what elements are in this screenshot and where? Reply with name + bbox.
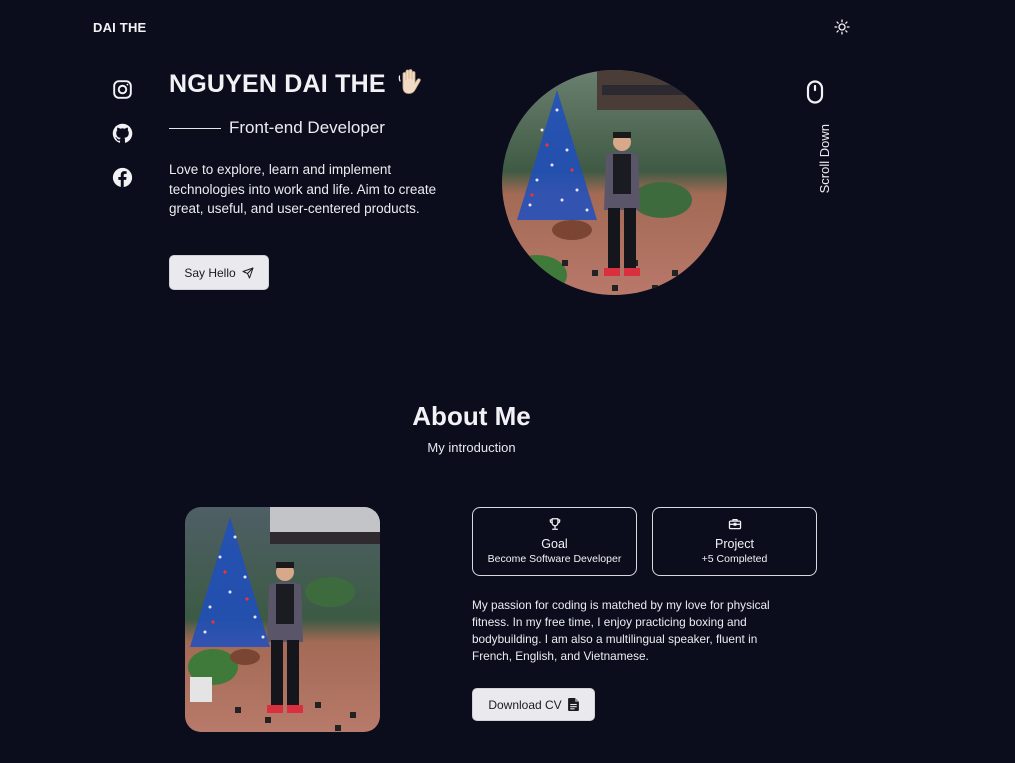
download-cv-button[interactable]: Download CV [472, 688, 595, 721]
scroll-down-label[interactable]: Scroll Down [817, 124, 832, 193]
mouse-icon [806, 80, 824, 104]
say-hello-label: Say Hello [184, 265, 236, 280]
say-hello-button[interactable]: Say Hello [169, 255, 269, 290]
github-icon [112, 123, 133, 143]
theme-toggle-button[interactable] [833, 18, 851, 36]
site-logo[interactable]: DAI THE [93, 20, 146, 35]
about-section-title: About Me [412, 401, 531, 431]
send-icon [242, 267, 254, 278]
waving-hand-icon [397, 68, 423, 96]
project-card: Project +5 Completed [652, 507, 817, 576]
hero-profile-photo [502, 70, 727, 295]
instagram-icon [113, 80, 132, 99]
social-links [112, 79, 133, 188]
instagram-link[interactable] [112, 79, 133, 100]
hero-subtitle: Front-end Developer [229, 118, 385, 137]
scroll-down-link[interactable]: Scroll Down [805, 80, 832, 193]
goal-card-subtitle: Become Software Developer [487, 553, 622, 565]
goal-card: Goal Become Software Developer [472, 507, 637, 576]
hero-title: NGUYEN DAI THE [169, 68, 423, 99]
about-section-subtitle: My introduction [427, 440, 516, 455]
hero-description: Love to explore, learn and implement tec… [169, 162, 437, 216]
project-card-subtitle: +5 Completed [701, 553, 768, 565]
facebook-icon [112, 167, 133, 188]
sun-icon [834, 19, 850, 35]
hero-subtitle-row: Front-end Developer [169, 118, 385, 138]
facebook-link[interactable] [112, 167, 133, 188]
download-cv-label: Download CV [488, 697, 562, 712]
subtitle-divider [169, 127, 221, 129]
briefcase-icon [728, 518, 741, 530]
project-card-title: Project [715, 537, 754, 551]
hero-name: NGUYEN DAI THE [169, 70, 386, 98]
trophy-icon [549, 518, 560, 530]
about-photo [185, 507, 380, 732]
about-description: My passion for coding is matched by my l… [472, 598, 770, 663]
goal-card-title: Goal [541, 537, 568, 551]
github-link[interactable] [112, 123, 133, 144]
document-icon [567, 698, 579, 711]
